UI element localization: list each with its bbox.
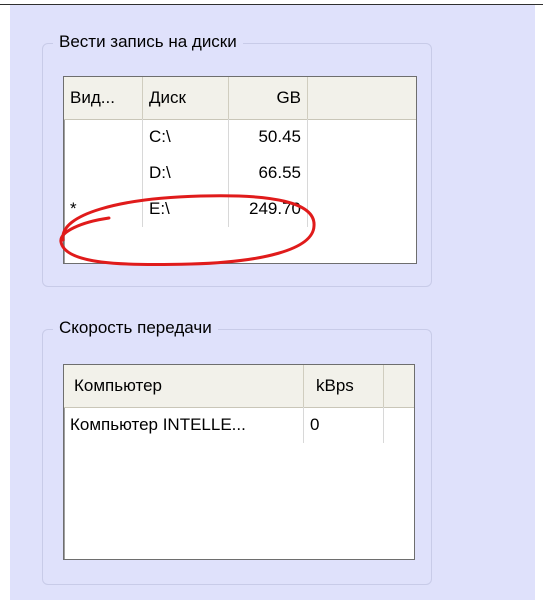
disks-listview[interactable]: Вид... Диск GB C:\ 50.45 D:\ 66.55 * E:\… — [63, 76, 417, 264]
disk-gb-cell: 66.55 — [229, 155, 308, 191]
column-header-computer[interactable]: Компьютер — [64, 365, 304, 407]
disk-kind-cell — [64, 119, 143, 155]
disks-listview-header: Вид... Диск GB — [64, 77, 416, 120]
table-row[interactable]: D:\ 66.55 — [64, 155, 416, 191]
disk-kind-cell: * — [64, 191, 143, 227]
table-row[interactable]: Компьютер INTELLE... 0 — [64, 407, 414, 443]
table-row[interactable]: * E:\ 249.70 — [64, 191, 416, 227]
settings-panel: Вести запись на диски Вид... Диск GB C:\… — [0, 4, 543, 600]
disks-group-title: Вести запись на диски — [53, 32, 243, 52]
computer-name-cell: Компьютер INTELLE... — [64, 407, 304, 443]
disk-name-cell: E:\ — [143, 191, 229, 227]
column-header-gb[interactable]: GB — [229, 77, 308, 119]
table-row[interactable]: C:\ 50.45 — [64, 119, 416, 155]
disk-gb-cell: 249.70 — [229, 191, 308, 227]
disk-name-cell: C:\ — [143, 119, 229, 155]
speed-group-title: Скорость передачи — [53, 318, 218, 338]
kbps-cell: 0 — [304, 407, 384, 443]
disk-name-cell: D:\ — [143, 155, 229, 191]
disks-groupbox: Вести запись на диски Вид... Диск GB C:\… — [42, 32, 432, 287]
disk-gb-cell: 50.45 — [229, 119, 308, 155]
speed-groupbox: Скорость передачи Компьютер kBps Компьют… — [42, 318, 432, 585]
column-header-kbps[interactable]: kBps — [304, 365, 384, 407]
column-header-kind[interactable]: Вид... — [64, 77, 143, 119]
panel-left-margin — [0, 5, 10, 600]
disk-kind-cell — [64, 155, 143, 191]
panel-right-margin — [535, 5, 543, 600]
speed-listview[interactable]: Компьютер kBps Компьютер INTELLE... 0 — [63, 364, 415, 560]
speed-listview-header: Компьютер kBps — [64, 365, 414, 408]
column-header-disk[interactable]: Диск — [143, 77, 229, 119]
